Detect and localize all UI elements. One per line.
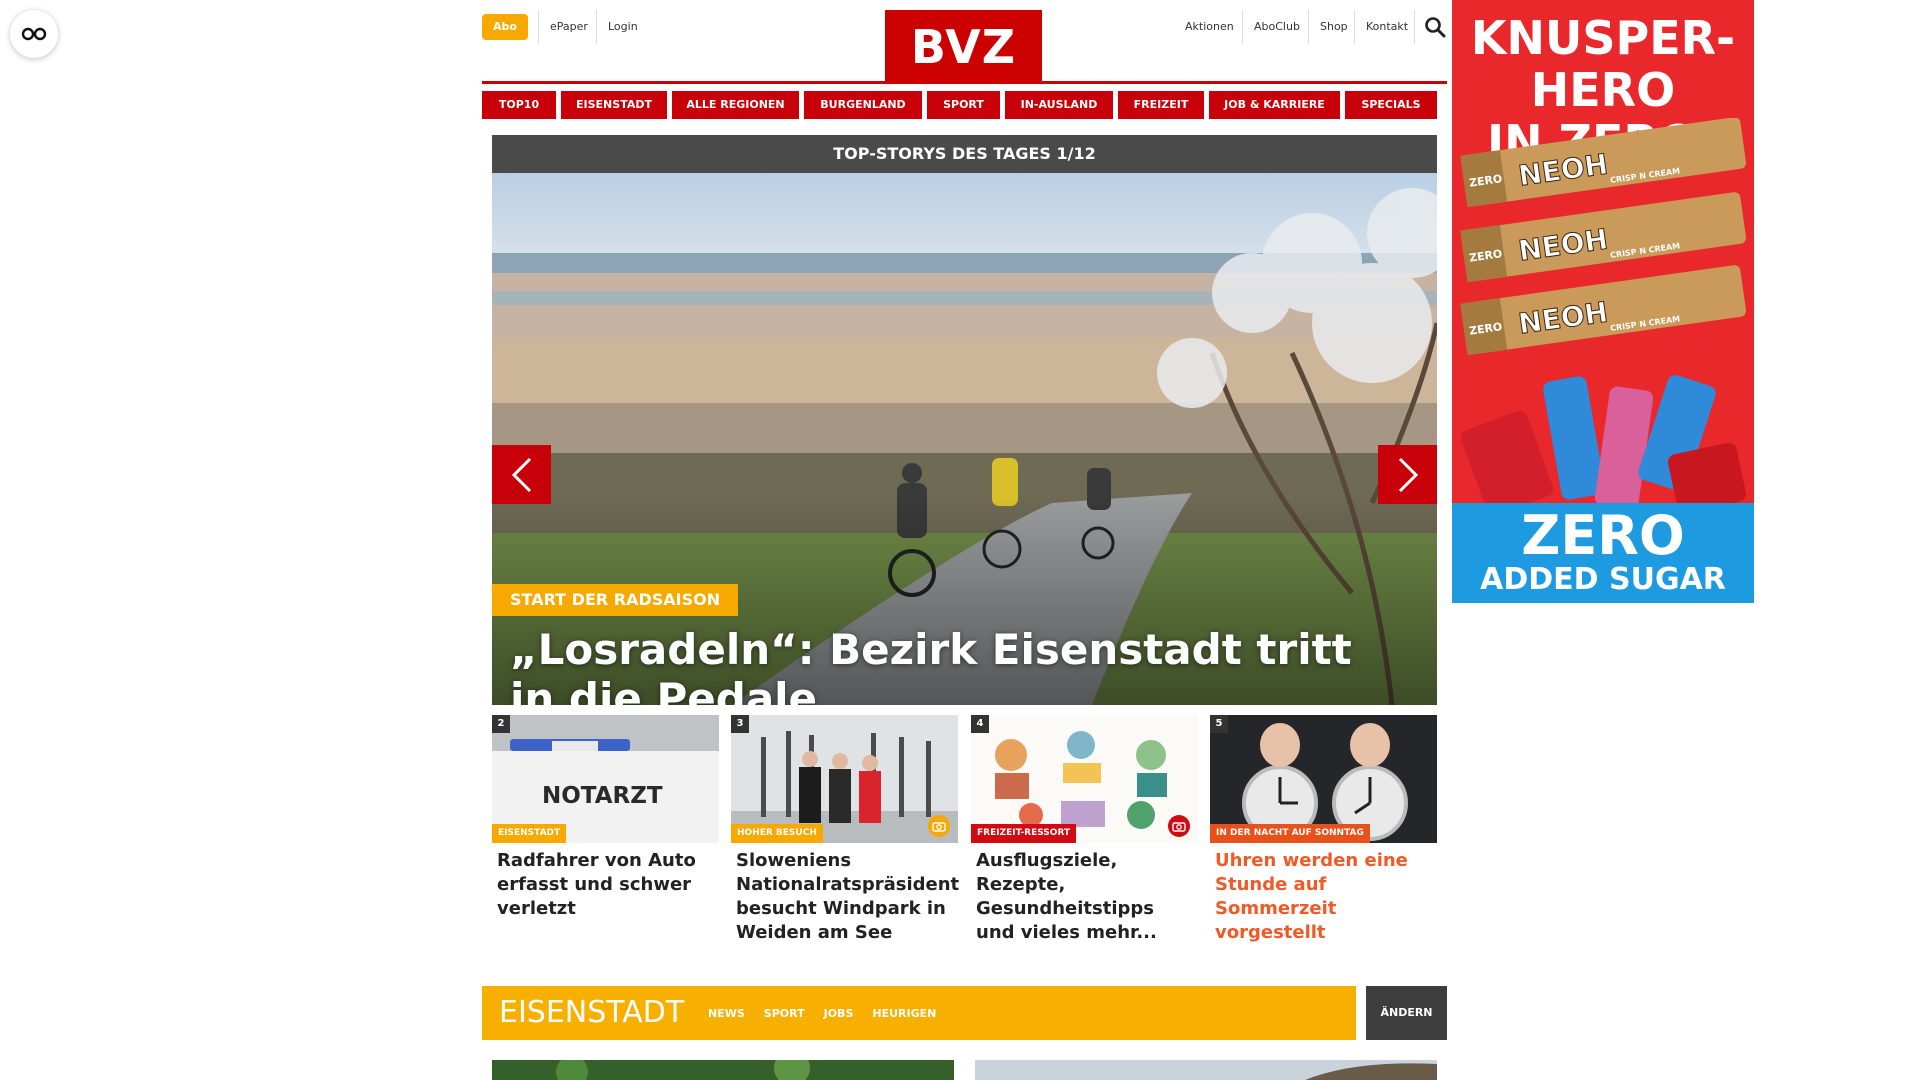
teaser-tag: IN DER NACHT AUF SONNTAG bbox=[1210, 824, 1370, 843]
teaser-title[interactable]: Sloweniens Nationalratspräsident besucht… bbox=[731, 849, 959, 945]
aktionen-link[interactable]: Aktionen bbox=[1185, 10, 1234, 44]
aboclub-link[interactable]: AboClub bbox=[1254, 10, 1300, 44]
section-link-sport[interactable]: SPORT bbox=[764, 1007, 805, 1020]
chevron-left-icon bbox=[511, 457, 531, 492]
epaper-link[interactable]: ePaper bbox=[550, 10, 588, 44]
camera-icon bbox=[1168, 815, 1190, 837]
teaser-number: 2 bbox=[492, 715, 510, 733]
section-links: NEWS SPORT JOBS HEURIGEN bbox=[708, 986, 936, 1040]
nav-item-job-karriere[interactable]: JOB & KARRIERE bbox=[1209, 91, 1340, 119]
kontakt-link[interactable]: Kontakt bbox=[1366, 10, 1408, 44]
teaser-image: 5 IN DER NACHT AUF SONNTAG bbox=[1210, 715, 1437, 843]
site-header: Abo ePaper Login BVZ Aktionen AboClub Sh… bbox=[482, 0, 1447, 84]
teaser-number: 3 bbox=[731, 715, 749, 733]
teaser-number: 4 bbox=[971, 715, 989, 733]
site-logo[interactable]: BVZ bbox=[885, 10, 1042, 83]
ad-headline-line: KNUSPER-HERO bbox=[1470, 11, 1736, 117]
teaser-title[interactable]: Radfahrer von Auto erfasst und schwer ve… bbox=[492, 849, 719, 921]
section-link-jobs[interactable]: JOBS bbox=[824, 1007, 854, 1020]
divider bbox=[1354, 10, 1355, 44]
divider bbox=[1242, 10, 1243, 44]
change-region-button[interactable]: ÄNDERN bbox=[1366, 986, 1447, 1040]
abo-button[interactable]: Abo bbox=[482, 14, 528, 40]
ad-footer-line: ADDED SUGAR bbox=[1480, 562, 1726, 597]
nav-item-freizeit[interactable]: FREIZEIT bbox=[1118, 91, 1204, 119]
nav-item-burgenland[interactable]: BURGENLAND bbox=[804, 91, 922, 119]
teaser-card[interactable]: NOTARZT 2 EISENSTADT Radfahrer von Auto … bbox=[492, 715, 719, 921]
page-content: Abo ePaper Login BVZ Aktionen AboClub Sh… bbox=[482, 0, 1447, 1080]
teaser-image: NOTARZT 2 EISENSTADT bbox=[492, 715, 719, 843]
ad-footer-line: ZERO bbox=[1521, 504, 1685, 567]
article-image[interactable] bbox=[975, 1060, 1437, 1080]
section-title[interactable]: EISENSTADT bbox=[499, 986, 684, 1040]
teaser-card[interactable]: 4 FREIZEIT-RESSORT Ausflugsziele, Rezept… bbox=[971, 715, 1198, 945]
divider bbox=[1308, 10, 1309, 44]
teaser-tag: EISENSTADT bbox=[492, 824, 567, 843]
teaser-row: NOTARZT 2 EISENSTADT Radfahrer von Auto … bbox=[492, 715, 1437, 955]
teaser-card[interactable]: 5 IN DER NACHT AUF SONNTAG Uhren werden … bbox=[1210, 715, 1437, 945]
section-link-news[interactable]: NEWS bbox=[708, 1007, 745, 1020]
chevron-right-icon bbox=[1398, 457, 1418, 492]
main-nav: TOP10 EISENSTADT ALLE REGIONEN BURGENLAN… bbox=[482, 91, 1447, 119]
slider-next-button[interactable] bbox=[1378, 445, 1437, 504]
ad-banner[interactable]: KNUSPER-HERO IN ZERO! ZERO NEOH CRISP N … bbox=[1452, 0, 1754, 603]
top-stories-slider: TOP-STORYS DES TAGES 1/12 START DER RADS… bbox=[492, 135, 1437, 705]
slider-prev-button[interactable] bbox=[492, 445, 551, 504]
teaser-photo-label: NOTARZT bbox=[542, 783, 663, 809]
ad-product-image: ZERO NEOH CRISP N CREAM ZERO NEOH CRISP … bbox=[1460, 118, 1747, 508]
divider bbox=[596, 10, 597, 44]
nav-item-sport[interactable]: SPORT bbox=[927, 91, 1000, 119]
hero-image[interactable]: START DER RADSAISON „Losradeln“: Bezirk … bbox=[492, 173, 1437, 705]
divider bbox=[538, 10, 539, 44]
teaser-title[interactable]: Uhren werden eine Stunde auf Sommerzeit … bbox=[1210, 849, 1437, 945]
teaser-number: 5 bbox=[1210, 715, 1228, 733]
hero-kicker: START DER RADSAISON bbox=[492, 584, 739, 616]
teaser-image: 4 FREIZEIT-RESSORT bbox=[971, 715, 1198, 843]
search-icon[interactable] bbox=[1424, 16, 1446, 38]
teaser-title[interactable]: Ausflugsziele, Rezepte, Gesundheitstipps… bbox=[971, 849, 1198, 945]
teaser-image: 3 HOHER BESUCH bbox=[731, 715, 958, 843]
shop-link[interactable]: Shop bbox=[1320, 10, 1348, 44]
article-image[interactable] bbox=[492, 1060, 954, 1080]
region-section-bar: EISENSTADT NEWS SPORT JOBS HEURIGEN bbox=[482, 986, 1356, 1040]
login-link[interactable]: Login bbox=[608, 10, 638, 44]
nav-item-alle-regionen[interactable]: ALLE REGIONEN bbox=[672, 91, 799, 119]
nav-item-top10[interactable]: TOP10 bbox=[482, 91, 556, 119]
reader-toggle-button[interactable] bbox=[10, 10, 58, 58]
divider bbox=[1414, 10, 1415, 44]
slider-header: TOP-STORYS DES TAGES 1/12 bbox=[492, 135, 1437, 173]
teaser-tag: FREIZEIT-RESSORT bbox=[971, 824, 1077, 843]
nav-item-in-ausland[interactable]: IN-AUSLAND bbox=[1005, 91, 1113, 119]
nav-item-eisenstadt[interactable]: EISENSTADT bbox=[561, 91, 667, 119]
camera-icon bbox=[928, 815, 950, 837]
teaser-card[interactable]: 3 HOHER BESUCH Sloweniens Nationalratspr… bbox=[731, 715, 959, 945]
nav-item-specials[interactable]: SPECIALS bbox=[1345, 91, 1437, 119]
hero-title[interactable]: „Losradeln“: Bezirk Eisenstadt tritt in … bbox=[510, 625, 1410, 705]
glasses-icon bbox=[21, 27, 47, 41]
section-link-heurigen[interactable]: HEURIGEN bbox=[872, 1007, 936, 1020]
teaser-tag: HOHER BESUCH bbox=[731, 824, 823, 843]
